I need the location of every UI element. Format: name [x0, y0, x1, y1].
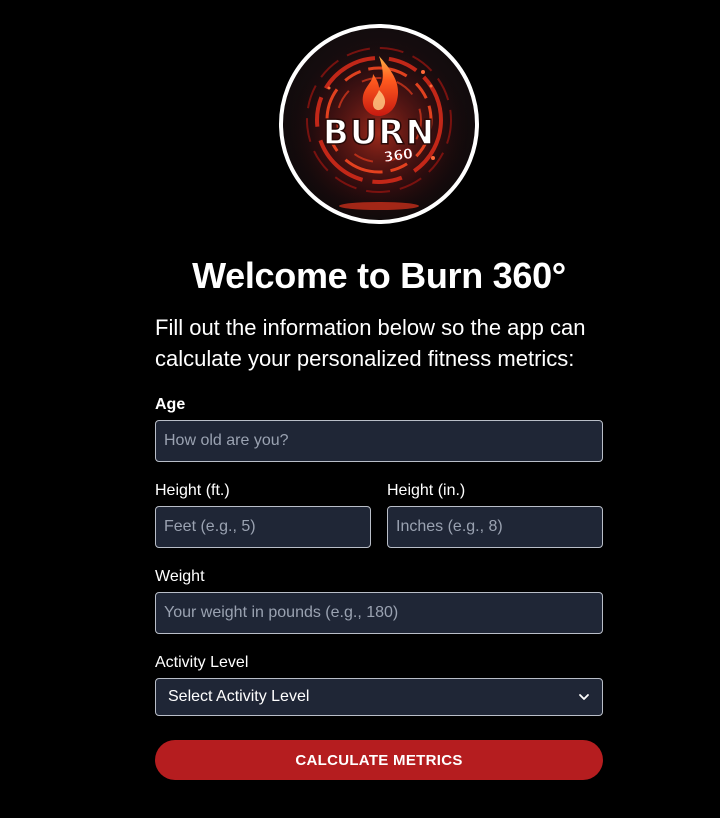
calculate-metrics-button[interactable]: CALCULATE METRICS — [155, 740, 603, 780]
height-inches-input[interactable] — [387, 506, 603, 548]
app-logo: BURN 360 — [279, 24, 479, 224]
activity-level-selected-value: Select Activity Level — [168, 688, 310, 705]
chevron-down-icon — [579, 694, 589, 700]
age-input[interactable] — [155, 420, 603, 462]
page: BURN 360 Welcome to Burn 360° Fill out t… — [0, 0, 720, 818]
page-title: Welcome to Burn 360° — [192, 255, 566, 296]
height-in-label: Height (in.) — [387, 482, 466, 499]
burn-360-logo-graphic: BURN 360 — [283, 28, 475, 220]
activity-level-label: Activity Level — [155, 654, 249, 671]
svg-text:BURN: BURN — [323, 113, 435, 153]
activity-level-select[interactable]: Select Activity Level — [155, 678, 603, 716]
age-label: Age — [155, 396, 186, 413]
weight-label: Weight — [155, 568, 205, 585]
weight-input[interactable] — [155, 592, 603, 634]
page-subtitle: Fill out the information below so the ap… — [155, 315, 586, 371]
height-ft-label: Height (ft.) — [155, 482, 230, 499]
height-feet-input[interactable] — [155, 506, 371, 548]
